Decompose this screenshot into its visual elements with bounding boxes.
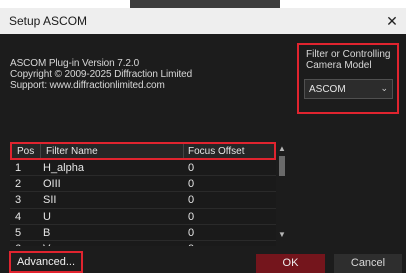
background-strip [0,0,406,8]
header-divider [40,144,41,158]
table-row[interactable]: 3 SII 0 [10,192,276,209]
window-title: Setup ASCOM [9,14,88,28]
ok-button[interactable]: OK [256,254,325,273]
cell-focus-offset[interactable]: 0 [188,162,194,174]
cell-focus-offset[interactable]: 0 [188,178,194,190]
cell-focus-offset[interactable]: 0 [188,243,194,246]
background-window-edge [130,0,280,8]
table-row[interactable]: 6 V 0 [10,241,276,246]
chevron-down-icon: ⌄ [380,83,388,93]
cell-filter-name[interactable]: SII [43,194,56,206]
cell-filter-name[interactable]: V [43,243,50,246]
filter-table: Pos Filter Name Focus Offset 1 H_alpha 0… [10,142,288,246]
cell-filter-name[interactable]: B [43,227,50,239]
cell-focus-offset[interactable]: 0 [188,194,194,206]
table-header: Pos Filter Name Focus Offset [10,142,276,160]
camera-model-select[interactable]: ASCOM ⌄ [304,79,393,99]
scroll-down-icon[interactable]: ▼ [277,230,287,239]
cell-pos: 3 [15,194,22,207]
header-divider [183,144,184,158]
cell-filter-name[interactable]: H_alpha [43,162,84,174]
table-row[interactable]: 1 H_alpha 0 [10,160,276,177]
cell-pos: 2 [15,178,22,191]
cell-focus-offset[interactable]: 0 [188,227,194,239]
table-body: 1 H_alpha 0 2 OIII 0 3 SII 0 4 U 0 5 B 0 [10,160,276,246]
header-filter-name[interactable]: Filter Name [46,146,98,157]
plugin-info: ASCOM Plug-in Version 7.2.0 Copyright © … [10,58,192,91]
table-scrollbar[interactable]: ▲ ▼ [276,142,288,246]
header-pos[interactable]: Pos [17,146,34,157]
support-text: Support: www.diffractionlimited.com [10,80,165,91]
cell-pos: 5 [15,226,22,239]
cancel-button[interactable]: Cancel [334,254,402,273]
setup-ascom-dialog: Setup ASCOM ✕ ASCOM Plug-in Version 7.2.… [0,8,406,273]
advanced-button[interactable]: Advanced... [9,251,83,273]
cell-filter-name[interactable]: OIII [43,178,61,190]
cell-pos: 4 [15,210,22,223]
table-row[interactable]: 2 OIII 0 [10,176,276,193]
cell-pos: 1 [15,162,22,174]
cell-focus-offset[interactable]: 0 [188,211,194,223]
header-focus-offset[interactable]: Focus Offset [188,146,245,157]
table-row[interactable]: 4 U 0 [10,209,276,225]
camera-model-value: ASCOM [309,84,346,95]
camera-model-label: Filter or Controlling Camera Model [306,49,391,71]
cell-filter-name[interactable]: U [43,211,51,223]
version-text: ASCOM Plug-in Version 7.2.0 [10,58,140,69]
close-icon[interactable]: ✕ [382,11,402,31]
scroll-up-icon[interactable]: ▲ [277,144,287,153]
copyright-text: Copyright © 2009-2025 Diffraction Limite… [10,69,193,80]
cell-pos: 6 [15,243,21,246]
camera-model-group: Filter or Controlling Camera Model ASCOM… [297,43,399,114]
title-bar: Setup ASCOM ✕ [0,8,406,34]
scrollbar-thumb[interactable] [279,156,285,176]
table-row[interactable]: 5 B 0 [10,225,276,241]
